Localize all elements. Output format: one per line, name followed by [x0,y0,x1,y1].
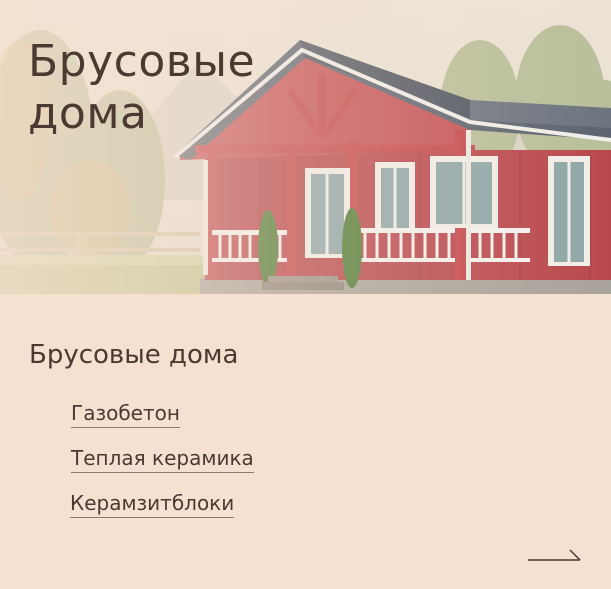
link-item-teplaya-keramika: Теплая керамика [71,445,254,473]
link-gazobeton[interactable]: Газобетон [71,401,180,428]
link-keramzitbloki[interactable]: Керамзитблоки [70,491,235,518]
hero-image: Брусовые дома [0,0,611,294]
hero-title-line-1: Брусовые [28,36,256,87]
section-title: Брусовые дома [29,340,239,370]
hero-title: Брусовые дома [28,36,255,140]
link-item-gazobeton: Газобетон [71,400,180,428]
link-item-keramzitbloki: Керамзитблоки [70,490,235,518]
arrow-right-icon[interactable] [528,547,582,563]
content-panel: Брусовые дома Газобетон Теплая керамика … [0,294,611,589]
house-type-card[interactable]: Брусовые дома Брусовые дома Газобетон Те… [0,0,611,589]
hero-title-line-2: дома [28,88,148,139]
link-teplaya-keramika[interactable]: Теплая керамика [71,446,254,473]
